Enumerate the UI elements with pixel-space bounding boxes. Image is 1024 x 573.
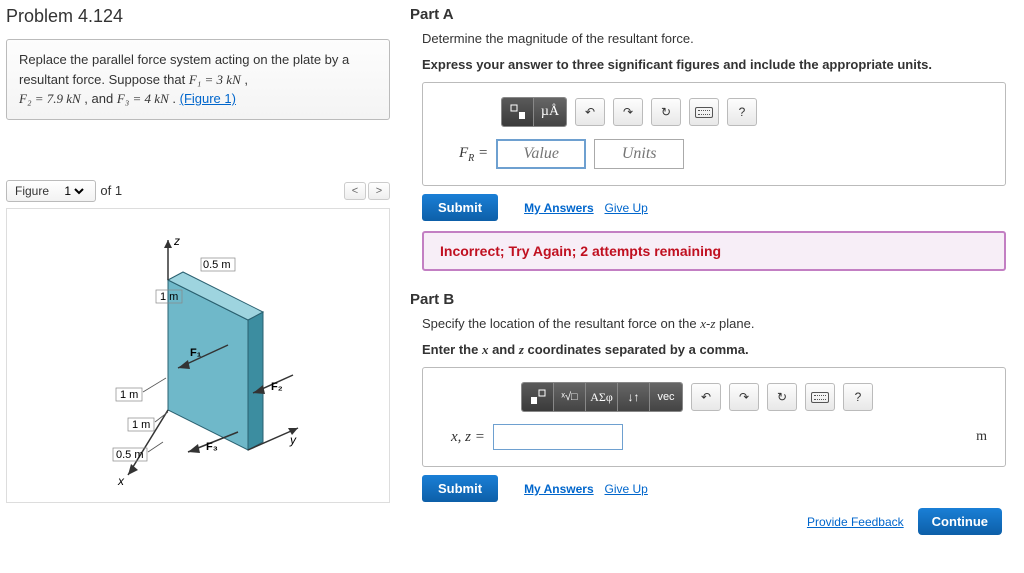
- figure-label: Figure: [15, 184, 49, 198]
- tb2-keyboard-icon[interactable]: [805, 383, 835, 411]
- figure-select[interactable]: 1: [60, 183, 87, 199]
- partb-i2-pre: Enter the: [422, 342, 482, 357]
- dim-1m-left2: 1 m: [132, 419, 150, 431]
- partb-i2-post: coordinates separated by a comma.: [524, 342, 749, 357]
- tb2-undo-icon[interactable]: ↶: [691, 383, 721, 411]
- tb2-reset-icon[interactable]: ↻: [767, 383, 797, 411]
- f2-label: F₂: [271, 381, 283, 393]
- z-axis-label: z: [173, 234, 180, 248]
- partb-value-input[interactable]: [493, 424, 623, 450]
- dim-1m-left1: 1 m: [120, 389, 138, 401]
- parta-instr1: Determine the magnitude of the resultant…: [422, 29, 1006, 49]
- partb-i2-mid: and: [488, 342, 518, 357]
- tb2-redo-icon[interactable]: ↷: [729, 383, 759, 411]
- parta-submit-button[interactable]: Submit: [422, 194, 498, 221]
- dim-05m-bot: 0.5 m: [116, 449, 144, 461]
- partb-answer-box: ˣ√□ ΑΣφ ↓↑ vec ↶ ↷ ↻ ? x, z = m: [422, 367, 1006, 467]
- partb-giveup-link[interactable]: Give Up: [605, 482, 648, 496]
- stmt-sep2: , and: [81, 91, 117, 106]
- parta-heading: Part A: [410, 6, 1006, 23]
- parta-answer-box: µÅ ↶ ↷ ↻ ? FR =: [422, 82, 1006, 186]
- parta-giveup-link[interactable]: Give Up: [605, 201, 648, 215]
- partb-toolbar: ˣ√□ ΑΣφ ↓↑ vec ↶ ↷ ↻ ?: [521, 382, 987, 412]
- stmt-f3: F₃ = 4 kN: [117, 91, 169, 106]
- stmt-post: .: [169, 91, 180, 106]
- partb-submit-button[interactable]: Submit: [422, 475, 498, 502]
- partb-myanswers-link[interactable]: My Answers: [524, 482, 594, 496]
- figure-link[interactable]: (Figure 1): [180, 91, 236, 106]
- partb-var-label: x, z =: [451, 429, 485, 446]
- parta-value-input[interactable]: [496, 139, 586, 169]
- tb2-template-icon[interactable]: [522, 383, 554, 411]
- partb-instr1: Specify the location of the resultant fo…: [422, 314, 1006, 334]
- parta-var-label: FR =: [459, 145, 488, 164]
- parta-instr2: Express your answer to three significant…: [422, 55, 1006, 75]
- parta-toolbar: µÅ ↶ ↷ ↻ ?: [501, 97, 987, 127]
- tb-reset-icon[interactable]: ↻: [651, 98, 681, 126]
- dim-1m-top: 1 m: [160, 291, 178, 303]
- provide-feedback-link[interactable]: Provide Feedback: [807, 515, 904, 529]
- tb2-arrows-icon[interactable]: ↓↑: [618, 383, 650, 411]
- parta-myanswers-link[interactable]: My Answers: [524, 201, 594, 215]
- figure-next-button[interactable]: >: [368, 182, 390, 200]
- x-axis-label: x: [117, 474, 125, 488]
- tb-template-icon[interactable]: [502, 98, 534, 126]
- problem-statement: Replace the parallel force system acting…: [6, 39, 390, 120]
- stmt-f2: F₂ = 7.9 kN: [19, 91, 81, 106]
- y-axis-label: y: [289, 433, 297, 447]
- tb2-vec-icon[interactable]: vec: [650, 383, 682, 411]
- parta-feedback: Incorrect; Try Again; 2 attempts remaini…: [422, 231, 1006, 271]
- stmt-pre: Replace the parallel force system acting…: [19, 52, 349, 87]
- figure-selector[interactable]: Figure 1: [6, 180, 96, 202]
- f1-label: F₁: [190, 347, 202, 359]
- tb-undo-icon[interactable]: ↶: [575, 98, 605, 126]
- problem-title: Problem 4.124: [6, 6, 390, 27]
- f3-label: F₃: [206, 441, 218, 453]
- figure-prev-button[interactable]: <: [344, 182, 366, 200]
- figure-svg: z y x F₁ F₂ F₃ 0.5 m 1 m 1 m: [58, 220, 338, 490]
- tb2-greek-icon[interactable]: ΑΣφ: [586, 383, 618, 411]
- tb-keyboard-icon[interactable]: [689, 98, 719, 126]
- partb-heading: Part B: [410, 291, 1006, 308]
- continue-button[interactable]: Continue: [918, 508, 1002, 535]
- tb-units-icon[interactable]: µÅ: [534, 98, 566, 126]
- tb-help-icon[interactable]: ?: [727, 98, 757, 126]
- partb-instr2: Enter the x and z coordinates separated …: [422, 340, 1006, 360]
- dim-05m-top: 0.5 m: [203, 259, 231, 271]
- parta-units-input[interactable]: [594, 139, 684, 169]
- figure-of: of 1: [100, 183, 122, 198]
- tb2-help-icon[interactable]: ?: [843, 383, 873, 411]
- stmt-sep1: ,: [241, 72, 248, 87]
- stmt-f1: F₁ = 3 kN: [189, 72, 241, 87]
- figure-frame: z y x F₁ F₂ F₃ 0.5 m 1 m 1 m: [6, 208, 390, 503]
- tb-redo-icon[interactable]: ↷: [613, 98, 643, 126]
- partb-unit: m: [976, 429, 987, 445]
- tb2-root-icon[interactable]: ˣ√□: [554, 383, 586, 411]
